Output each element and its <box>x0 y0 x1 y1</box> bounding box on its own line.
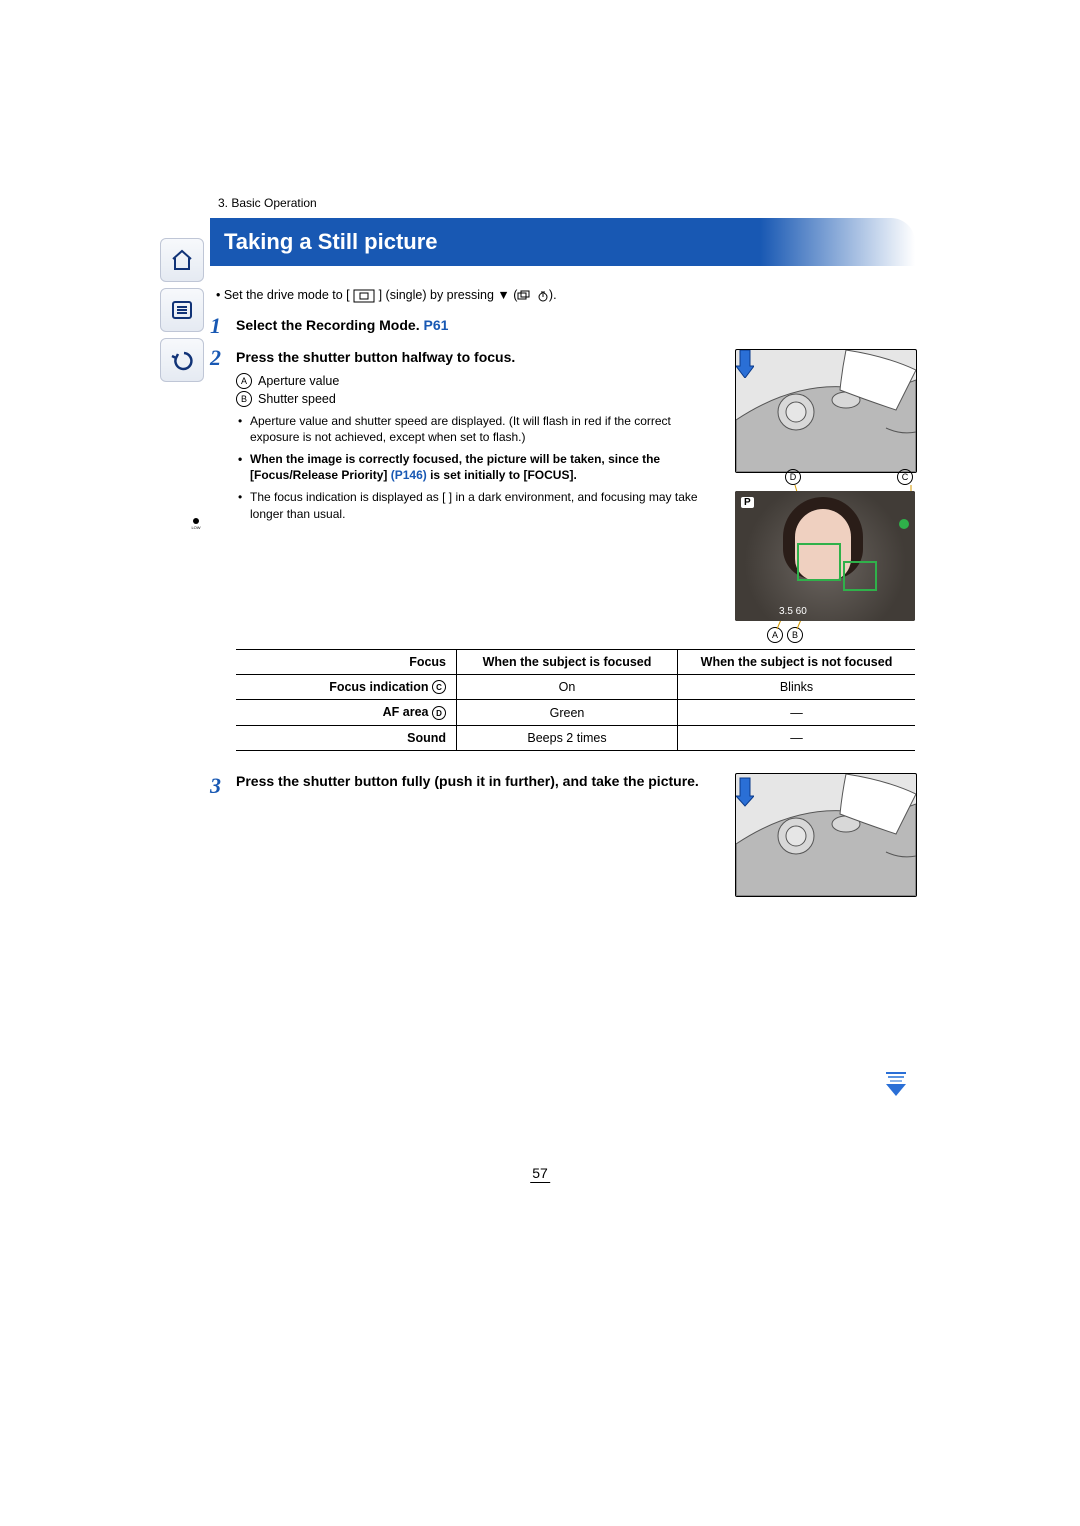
camera-halfpress-figure <box>735 349 917 473</box>
page-title-text: Taking a Still picture <box>224 229 438 255</box>
exposure-readout: 3.5 60 <box>779 606 807 617</box>
timer-icon <box>537 290 549 302</box>
marker-A: A <box>236 373 252 389</box>
link-p61[interactable]: P61 <box>423 317 448 333</box>
table-row: Focus indication C On Blinks <box>236 674 915 700</box>
record-mode-badge: P <box>741 497 754 508</box>
step-3-number: 3 <box>210 773 236 915</box>
focus-status-table: Focus When the subject is focused When t… <box>236 649 915 751</box>
breadcrumb: 3. Basic Operation <box>210 192 915 214</box>
link-p146[interactable]: (P146) <box>391 468 427 482</box>
table-row: Sound Beeps 2 times — <box>236 726 915 751</box>
single-drive-icon <box>353 289 375 303</box>
step-2-bullet-3: The focus indication is displayed as [ ]… <box>236 489 717 521</box>
step-2-bullet-1: Aperture value and shutter speed are dis… <box>236 413 717 445</box>
step-2: 2 Press the shutter button halfway to fo… <box>210 345 915 915</box>
step-2-bullet-2: When the image is correctly focused, the… <box>236 451 717 483</box>
table-row: AF area D Green — <box>236 700 915 726</box>
home-icon[interactable] <box>160 238 204 282</box>
menu-icon[interactable] <box>160 288 204 332</box>
back-icon[interactable] <box>160 338 204 382</box>
down-triangle-icon: ▼ <box>497 288 509 302</box>
shutter-arrow-full-icon <box>736 774 754 810</box>
step-1-number: 1 <box>210 313 236 341</box>
step-3-head: Press the shutter button fully (push it … <box>236 773 717 789</box>
step-2-head: Press the shutter button halfway to focu… <box>236 349 717 365</box>
drive-burst-icon <box>517 290 533 302</box>
page-number: 57 <box>530 1165 550 1183</box>
page-title: Taking a Still picture <box>210 218 915 266</box>
table-h1: When the subject is focused <box>457 649 678 674</box>
step-3: 3 Press the shutter button fully (push i… <box>236 773 915 915</box>
callout-A: Aperture value <box>258 374 339 388</box>
focus-indicator-icon <box>899 519 909 529</box>
low-focus-icon: LOW <box>189 516 203 534</box>
svg-text:LOW: LOW <box>191 525 200 530</box>
shutter-arrow-half-icon <box>736 350 754 378</box>
sidebar <box>160 238 202 382</box>
intro-note: • Set the drive mode to [ ] (single) by … <box>216 288 915 303</box>
table-h2: When the subject is not focused <box>678 649 916 674</box>
marker-B: B <box>236 391 252 407</box>
lcd-preview-figure: D C A B <box>735 491 915 621</box>
step-1: 1 Select the Recording Mode. P61 <box>210 313 915 341</box>
camera-fullpress-figure <box>735 773 917 897</box>
callout-B: Shutter speed <box>258 392 336 406</box>
continue-arrow-icon <box>882 1070 910 1098</box>
step-1-text: Select the Recording Mode. <box>236 317 423 333</box>
table-h0: Focus <box>236 649 457 674</box>
